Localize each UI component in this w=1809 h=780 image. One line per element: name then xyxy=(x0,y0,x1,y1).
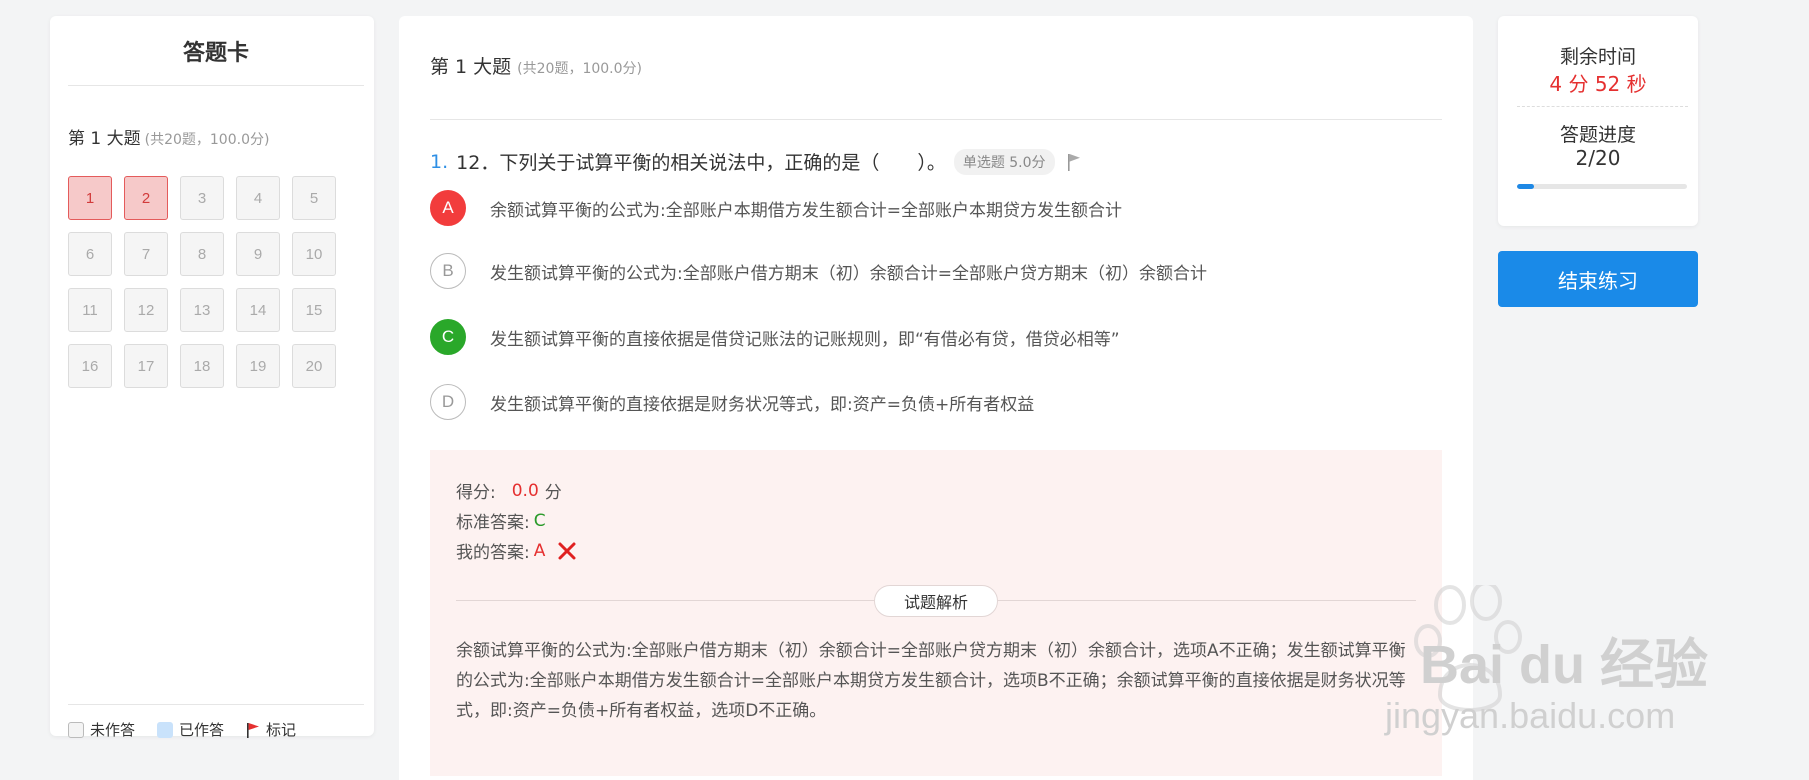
question-button-7[interactable]: 7 xyxy=(124,232,168,276)
question-button-4[interactable]: 4 xyxy=(236,176,280,220)
option-d-text: 发生额试算平衡的直接依据是财务状况等式，即:资产=负债+所有者权益 xyxy=(490,394,1035,415)
unanswered-box-icon xyxy=(68,721,84,738)
flag-icon[interactable] xyxy=(1067,153,1081,171)
standard-answer-line: 标准答案: C xyxy=(456,510,546,534)
status-panel: 剩余时间 4 分 52 秒 答题进度 2/20 xyxy=(1498,16,1698,226)
analysis-text: 余额试算平衡的公式为:全部账户借方期末（初）余额合计=全部账户贷方期末（初）余额… xyxy=(456,641,1406,721)
progress-value: 2/20 xyxy=(1575,146,1621,170)
legend: 未作答 已作答 标记 xyxy=(68,704,364,740)
end-practice-button[interactable]: 结束练习 xyxy=(1498,251,1698,307)
progress-bar-fill xyxy=(1517,184,1534,189)
option-c-badge: C xyxy=(430,319,466,355)
option-b-text: 发生额试算平衡的公式为:全部账户借方期末（初）余额合计=全部账户贷方期末（初）余… xyxy=(490,263,1207,284)
question-number: 1. xyxy=(430,150,449,173)
my-answer-value: A xyxy=(533,540,546,561)
watermark-brand: Bai du 经验 xyxy=(1420,635,1709,695)
wrong-x-icon xyxy=(558,542,576,559)
legend-answered: 已作答 xyxy=(157,719,224,740)
question-button-9[interactable]: 9 xyxy=(236,232,280,276)
answered-box-icon xyxy=(157,721,174,738)
option-c[interactable]: C 发生额试算平衡的直接依据是借贷记账法的记账规则，即“有借必有贷，借贷必相等” xyxy=(430,319,1120,355)
question-button-13[interactable]: 13 xyxy=(180,288,224,332)
progress-label: 答题进度 xyxy=(1559,124,1636,146)
question-button-14[interactable]: 14 xyxy=(236,288,280,332)
watermark-url: jingyan.baidu.com xyxy=(1385,695,1676,736)
answer-card-panel: 答题卡 第 1 大题 (共20题，100.0分) 1 2 3 4 5 6 7 8 9 10 11 12 1… xyxy=(50,16,374,739)
option-c-text: 发生额试算平衡的直接依据是借贷记账法的记账规则，即“有借必有贷，借贷必相等” xyxy=(490,329,1120,350)
legend-unanswered: 未作答 xyxy=(68,719,135,740)
option-d-badge: D xyxy=(430,384,466,420)
question-button-19[interactable]: 19 xyxy=(236,344,280,388)
question-button-11[interactable]: 11 xyxy=(68,288,112,332)
progress-bar xyxy=(1517,184,1687,189)
score-value: 0.0 xyxy=(511,480,539,501)
option-a-text: 余额试算平衡的公式为:全部账户本期借方发生额合计=全部账户本期贷方发生额合计 xyxy=(490,200,1122,221)
option-b-badge: B xyxy=(430,253,466,289)
question-button-18[interactable]: 18 xyxy=(180,344,224,388)
answer-card-section-title: 第 1 大题 (共20题，100.0分) xyxy=(68,129,270,149)
question-button-6[interactable]: 6 xyxy=(68,232,112,276)
question-panel: 第 1 大题 (共20题，100.0分) 1. 12．下列关于试算平衡的相关说法中… xyxy=(399,16,1473,780)
question-button-20[interactable]: 20 xyxy=(292,344,336,388)
option-a[interactable]: A 余额试算平衡的公式为:全部账户本期借方发生额合计=全部账户本期贷方发生额合计 xyxy=(430,190,1122,226)
question-grid: 1 2 3 4 5 6 7 8 9 10 11 12 13 14 15 16 17 18 19 20 xyxy=(68,176,358,388)
analysis-title: 试题解析 xyxy=(874,585,998,617)
option-b[interactable]: B 发生额试算平衡的公式为:全部账户借方期末（初）余额合计=全部账户贷方期末（初… xyxy=(430,253,1207,289)
option-a-badge: A xyxy=(430,190,466,226)
status-divider xyxy=(1517,106,1688,107)
question-button-1[interactable]: 1 xyxy=(68,176,112,220)
time-remaining: 4 分 52 秒 xyxy=(1549,72,1647,96)
time-label: 剩余时间 xyxy=(1559,46,1636,68)
question-button-3[interactable]: 3 xyxy=(180,176,224,220)
red-flag-icon xyxy=(247,722,260,738)
standard-answer-value: C xyxy=(533,510,546,531)
my-answer-line: 我的答案: A xyxy=(456,538,577,563)
question-button-8[interactable]: 8 xyxy=(180,232,224,276)
legend-flagged: 标记 xyxy=(246,719,296,740)
question-text: 12．下列关于试算平衡的相关说法中，正确的是（ ）。 xyxy=(456,152,946,174)
section-header: 第 1 大题 (共20题，100.0分) xyxy=(430,52,1442,120)
question-button-5[interactable]: 5 xyxy=(292,176,336,220)
question-button-16[interactable]: 16 xyxy=(68,344,112,388)
answer-card-title: 答题卡 xyxy=(68,36,364,86)
score-line: 得分: 0.0 分 xyxy=(456,480,562,504)
question-button-15[interactable]: 15 xyxy=(292,288,336,332)
question-button-12[interactable]: 12 xyxy=(124,288,168,332)
question-button-17[interactable]: 17 xyxy=(124,344,168,388)
question-button-10[interactable]: 10 xyxy=(292,232,336,276)
question-type-tag: 单选题 5.0分 xyxy=(953,148,1055,175)
question-stem: 1. 12．下列关于试算平衡的相关说法中，正确的是（ ）。 单选题 5.0分 xyxy=(430,148,1081,175)
option-d[interactable]: D 发生额试算平衡的直接依据是财务状况等式，即:资产=负债+所有者权益 xyxy=(430,384,1034,420)
question-button-2[interactable]: 2 xyxy=(124,176,168,220)
result-box: 得分: 0.0 分 标准答案: C 我的答案: A 试题解析 余额试算平衡的公式… xyxy=(430,450,1442,776)
